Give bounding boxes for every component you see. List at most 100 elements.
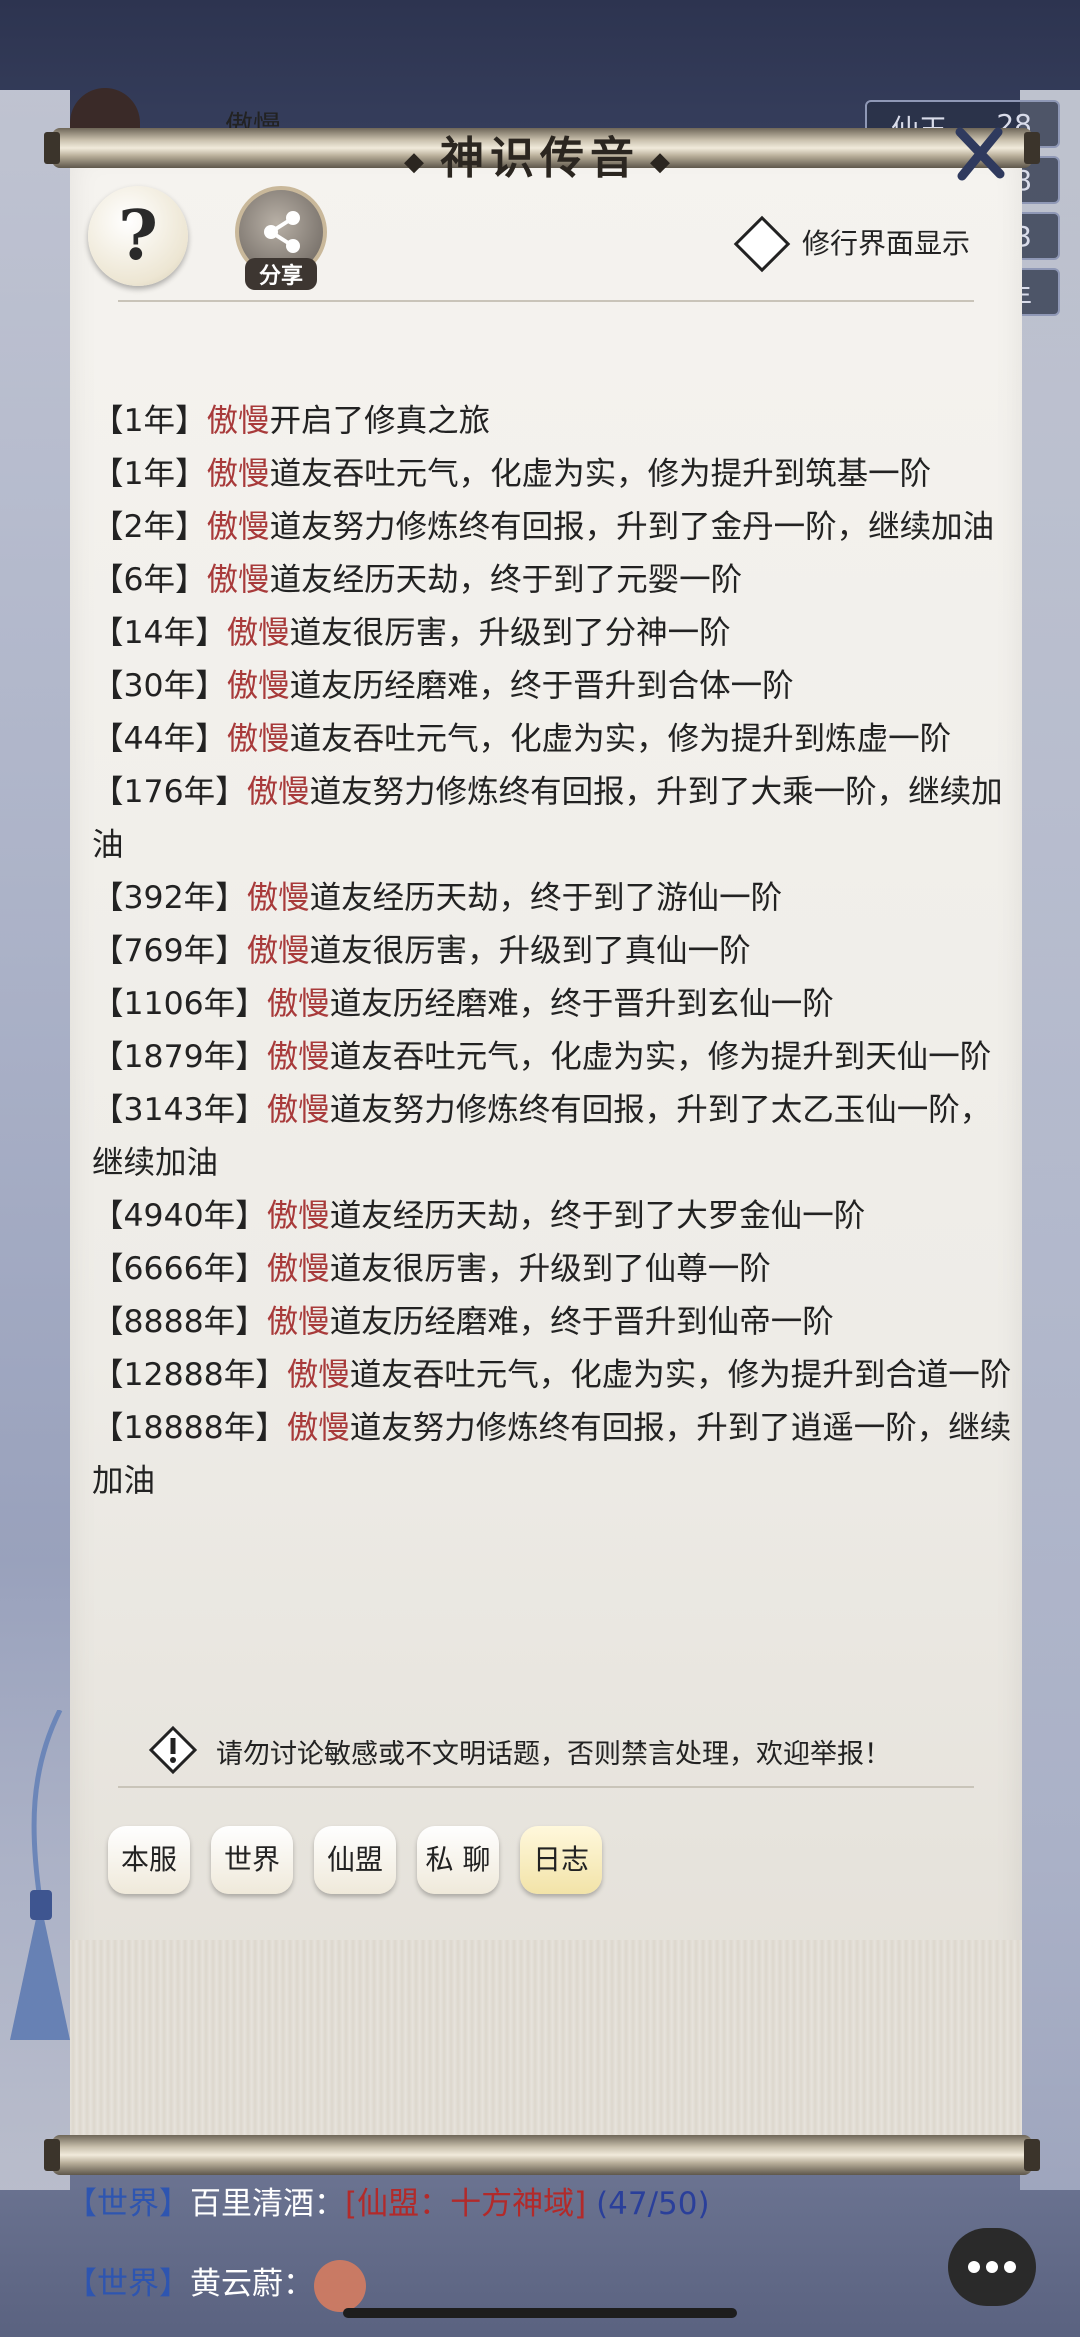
scroll-paper-bottom: [70, 1940, 1022, 2150]
log-entry: 【769年】傲慢道友很厉害，升级到了真仙一阶: [92, 925, 1012, 978]
log-text: 道友历经磨难，终于晋升到玄仙一阶: [329, 986, 834, 1022]
log-year: 【1879年】: [92, 1039, 267, 1075]
log-entry: 【1879年】傲慢道友吞吐元气，化虚为实，修为提升到天仙一阶: [92, 1031, 1012, 1084]
log-entry: 【392年】傲慢道友经历天劫，终于到了游仙一阶: [92, 872, 1012, 925]
log-player-name[interactable]: 傲慢: [227, 615, 290, 651]
warning-icon: [148, 1725, 198, 1775]
help-button[interactable]: ?: [88, 186, 188, 286]
log-text: 道友很厉害，升级到了仙尊一阶: [329, 1251, 771, 1287]
log-year: 【14年】: [92, 615, 227, 651]
log-year: 【392年】: [92, 880, 247, 916]
chat-bubble-button[interactable]: [948, 2228, 1036, 2306]
close-icon: [955, 127, 1005, 181]
log-text: 道友经历天劫，终于到了元婴一阶: [269, 562, 743, 598]
diamond-icon: ◆: [650, 146, 676, 177]
log-year: 【30年】: [92, 668, 227, 704]
share-icon: [264, 211, 300, 253]
log-entry: 【1年】傲慢开启了修真之旅: [92, 395, 1012, 448]
log-text: 道友吞吐元气，化虚为实，修为提升到筑基一阶: [269, 456, 932, 492]
log-entry: 【6666年】傲慢道友很厉害，升级到了仙尊一阶: [92, 1243, 1012, 1296]
chat-alliance: [仙盟：十方神域]: [345, 2186, 587, 2222]
log-year: 【2年】: [92, 509, 207, 545]
log-player-name[interactable]: 傲慢: [267, 1092, 330, 1128]
dot-icon: [986, 2261, 998, 2273]
log-year: 【769年】: [92, 933, 247, 969]
log-player-name[interactable]: 傲慢: [267, 1304, 330, 1340]
log-year: 【8888年】: [92, 1304, 267, 1340]
log-entry: 【3143年】傲慢道友努力修炼终有回报，升到了太乙玉仙一阶，继续加油: [92, 1084, 1012, 1190]
log-year: 【3143年】: [92, 1092, 267, 1128]
log-year: 【1年】: [92, 403, 207, 439]
warning-text: 请勿讨论敏感或不文明话题，否则禁言处理，欢迎举报！: [216, 1739, 891, 1770]
log-player-name[interactable]: 傲慢: [207, 509, 270, 545]
log-player-name[interactable]: 傲慢: [247, 880, 310, 916]
log-text: 道友吞吐元气，化虚为实，修为提升到天仙一阶: [329, 1039, 992, 1075]
log-year: 【1106年】: [92, 986, 267, 1022]
chat-line[interactable]: 【世界】黄云蔚：: [66, 2258, 366, 2312]
log-entry: 【12888年】傲慢道友吞吐元气，化虚为实，修为提升到合道一阶: [92, 1349, 1012, 1402]
dot-icon: [968, 2261, 980, 2273]
background-right: [1020, 90, 1080, 2190]
chat-sender: 百里清酒：: [190, 2186, 345, 2222]
log-player-name[interactable]: 傲慢: [207, 562, 270, 598]
chat-channel-tag: 【世界】: [66, 2266, 190, 2302]
log-player-name[interactable]: 傲慢: [227, 668, 290, 704]
log-entry: 【1年】傲慢道友吞吐元气，化虚为实，修为提升到筑基一阶: [92, 448, 1012, 501]
dialog-title-text: 神识传音: [440, 133, 640, 184]
divider: [118, 1786, 974, 1788]
avatar: [314, 2259, 366, 2312]
scroll-rod-bottom: [44, 2135, 1040, 2175]
close-button[interactable]: [952, 126, 1008, 182]
log-text: 道友历经磨难，终于晋升到仙帝一阶: [329, 1304, 834, 1340]
display-toggle-label[interactable]: 修行界面显示: [802, 222, 970, 262]
chat-line[interactable]: 【世界】百里清酒：[仙盟：十方神域] (47/50): [66, 2178, 710, 2223]
dialog-title: ◆ 神识传音 ◆: [0, 122, 1080, 186]
log-player-name[interactable]: 傲慢: [287, 1357, 350, 1393]
log-entry: 【8888年】傲慢道友历经磨难，终于晋升到仙帝一阶: [92, 1296, 1012, 1349]
tab-alliance[interactable]: 仙盟: [314, 1826, 396, 1894]
question-icon: ?: [118, 196, 158, 276]
dot-icon: [1004, 2261, 1016, 2273]
log-year: 【1年】: [92, 456, 207, 492]
log-player-name[interactable]: 傲慢: [267, 1251, 330, 1287]
log-text: 道友努力修炼终有回报，升到了金丹一阶，继续加油: [269, 509, 995, 545]
log-entry: 【30年】傲慢道友历经磨难，终于晋升到合体一阶: [92, 660, 1012, 713]
display-toggle[interactable]: [730, 212, 794, 276]
tassel-decoration: [10, 1710, 70, 2040]
tab-private[interactable]: 私 聊: [417, 1826, 499, 1894]
log-year: 【12888年】: [92, 1357, 287, 1393]
log-player-name[interactable]: 傲慢: [227, 721, 290, 757]
log-text: 道友很厉害，升级到了真仙一阶: [309, 933, 751, 969]
log-player-name[interactable]: 傲慢: [267, 1039, 330, 1075]
log-year: 【176年】: [92, 774, 247, 810]
log-year: 【18888年】: [92, 1410, 287, 1446]
chat-count: (47/50): [596, 2186, 710, 2222]
home-indicator[interactable]: [343, 2308, 737, 2318]
log-text: 道友历经磨难，终于晋升到合体一阶: [289, 668, 794, 704]
log-player-name[interactable]: 傲慢: [267, 986, 330, 1022]
log-player-name[interactable]: 傲慢: [247, 774, 310, 810]
log-entry: 【18888年】傲慢道友努力修炼终有回报，升到了逍遥一阶，继续加油: [92, 1402, 1012, 1508]
log-player-name[interactable]: 傲慢: [207, 403, 270, 439]
log-player-name[interactable]: 傲慢: [287, 1410, 350, 1446]
log-text: 道友很厉害，升级到了分神一阶: [289, 615, 731, 651]
chat-channel-tag: 【世界】: [66, 2186, 190, 2222]
log-year: 【6年】: [92, 562, 207, 598]
log-player-name[interactable]: 傲慢: [267, 1198, 330, 1234]
log-entry: 【14年】傲慢道友很厉害，升级到了分神一阶: [92, 607, 1012, 660]
diamond-icon: ◆: [404, 146, 430, 177]
log-text: 开启了修真之旅: [269, 403, 491, 439]
tab-world[interactable]: 世界: [211, 1826, 293, 1894]
log-entry: 【176年】傲慢道友努力修炼终有回报，升到了大乘一阶，继续加油: [92, 766, 1012, 872]
tab-server[interactable]: 本服: [108, 1826, 190, 1894]
log-text: 道友吞吐元气，化虚为实，修为提升到炼虚一阶: [289, 721, 952, 757]
tab-log[interactable]: 日志: [520, 1826, 602, 1894]
divider: [118, 300, 974, 302]
log-text: 道友经历天劫，终于到了大罗金仙一阶: [329, 1198, 866, 1234]
log-year: 【6666年】: [92, 1251, 267, 1287]
log-player-name[interactable]: 傲慢: [247, 933, 310, 969]
log-entry: 【4940年】傲慢道友经历天劫，终于到了大罗金仙一阶: [92, 1190, 1012, 1243]
log-player-name[interactable]: 傲慢: [207, 456, 270, 492]
share-label: 分享: [245, 258, 317, 290]
chat-sender: 黄云蔚：: [190, 2266, 314, 2302]
